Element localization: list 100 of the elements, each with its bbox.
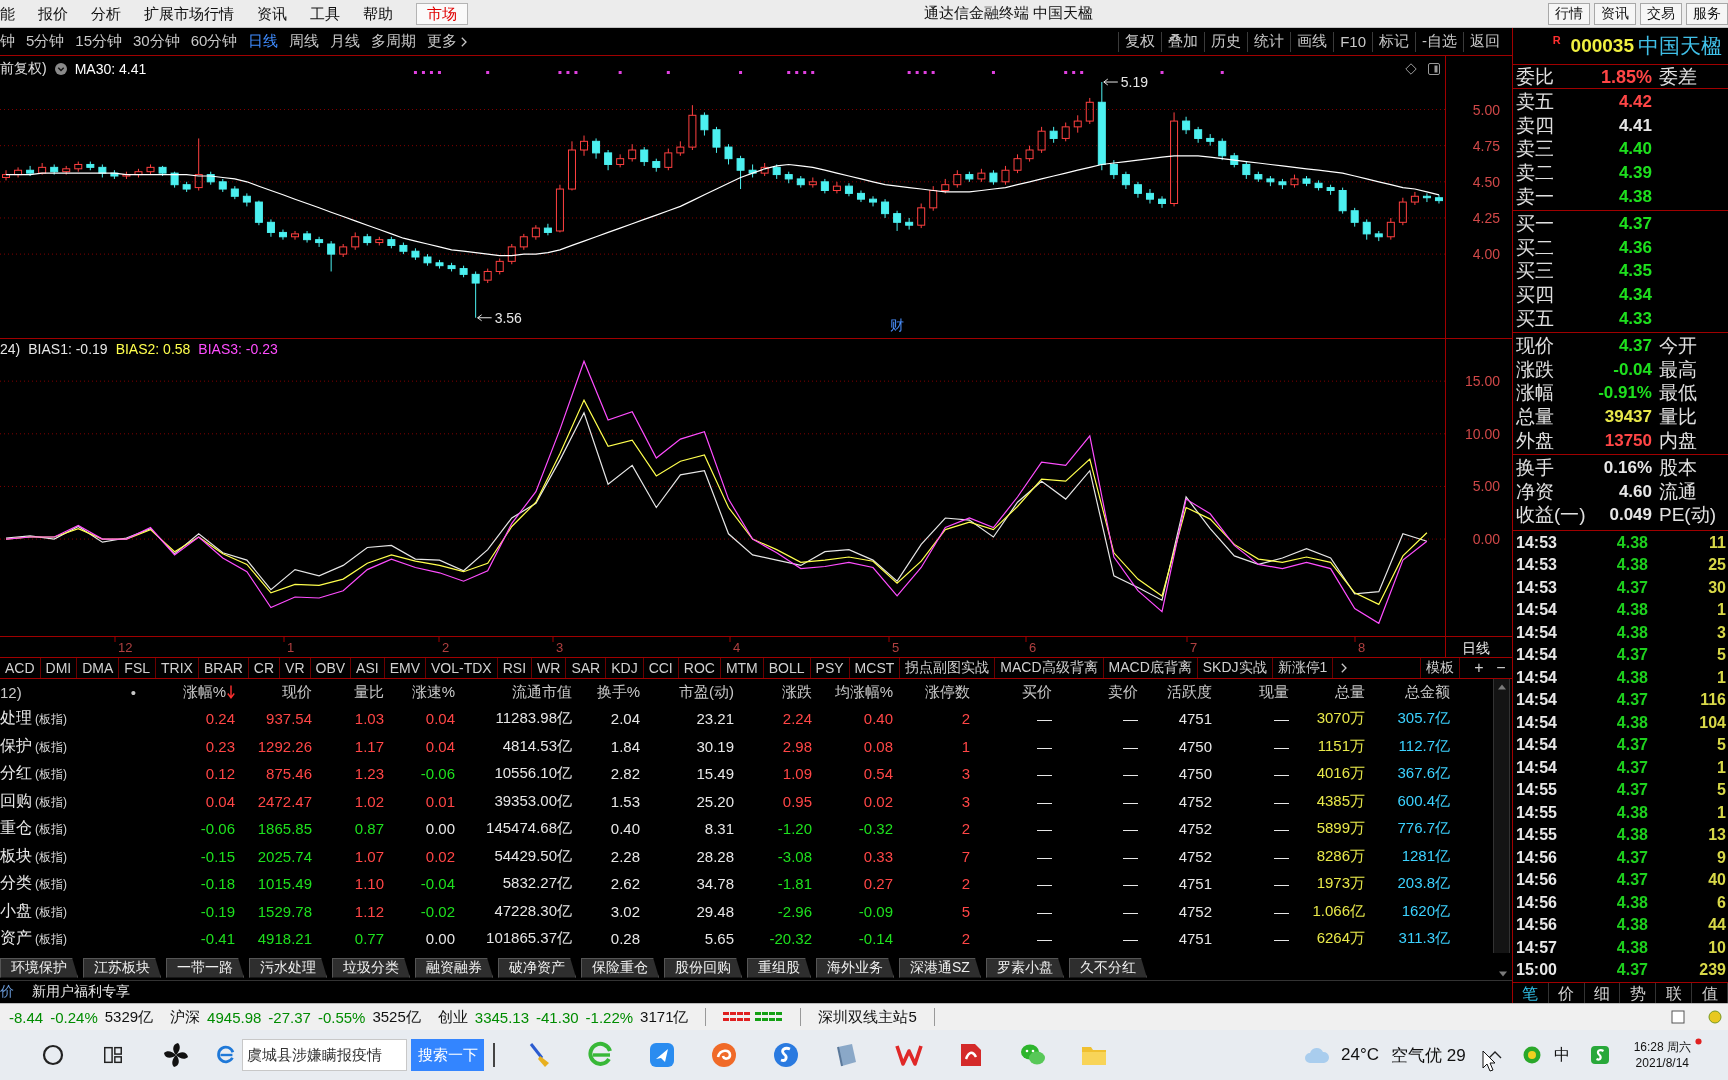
indicator-tab[interactable]: BOLL [763,658,811,678]
sector-tab[interactable]: 罗素小盘 [985,957,1064,978]
sector-name[interactable]: 保护 [0,735,32,757]
column-header[interactable]: 换手% [572,682,640,702]
diamond-icon[interactable] [1405,63,1417,75]
column-header[interactable]: 涨幅% [150,682,235,702]
add-button[interactable]: + [1468,658,1490,678]
clock-time[interactable]: 16:28 周六 [1633,1039,1691,1055]
toolbar-button[interactable]: 交易 [1640,2,1682,25]
indicator-tab[interactable]: 拐点副图实战 [900,658,996,678]
sector-tab[interactable]: 重组股 [747,957,811,978]
sector-name[interactable]: 回购 [0,790,32,812]
sector-tab[interactable]: 久不分红 [1068,957,1147,978]
sector-tab[interactable]: 污水处理 [249,957,327,978]
temperature-text[interactable]: 24°C [1341,1045,1379,1065]
menu-item[interactable]: 帮助 [363,3,393,24]
period-tab[interactable]: 15分钟 [75,32,123,51]
indicator-tab[interactable]: BRAR [198,658,249,678]
toolbar-button[interactable]: 资讯 [1594,2,1636,25]
period-tab[interactable]: 5分钟 [26,32,65,51]
search-button[interactable]: 搜索一下 [411,1039,484,1071]
period-tab[interactable]: 30分钟 [133,32,180,51]
indicator-tab[interactable]: 新涨停1 [1272,658,1334,678]
sector-name[interactable]: 重仓 [0,818,32,840]
sector-name[interactable]: 小盘 [0,900,32,922]
promo-link[interactable]: 新用户福利专享 [32,982,130,1001]
indicator-tab[interactable]: TRIX [156,658,199,678]
scrollbar[interactable] [1493,679,1510,953]
indicator-tab[interactable]: MTM [720,658,764,678]
indicator-tab[interactable]: MACD底背离 [1103,658,1198,678]
sector-tab[interactable]: 一带一路 [166,957,244,978]
indicator-tab[interactable]: VOL-TDX [426,658,498,678]
column-header[interactable]: 12) [0,683,22,701]
menu-item[interactable]: 市场 [416,2,468,25]
tool-button[interactable]: -自选 [1415,31,1463,52]
sector-tab[interactable]: 保险重仓 [581,957,659,978]
sector-name[interactable]: 分类 [0,873,32,895]
indicator-tab[interactable]: FSL [119,658,157,678]
sector-tab[interactable]: 海外业务 [816,957,894,978]
column-header[interactable]: 总金额 [1365,682,1450,702]
sector-tab[interactable]: 破净资产 [498,957,576,978]
circle-icon[interactable] [41,1043,65,1067]
period-tab[interactable]: 周线 [289,32,320,51]
indicator-tab[interactable]: RSI [497,658,533,678]
tool-button[interactable]: F10 [1333,31,1372,52]
sector-tab[interactable]: 垃圾分类 [332,957,410,978]
menu-item[interactable]: 能 [0,3,15,24]
sector-tab[interactable]: 环境保护 [0,957,78,978]
indicator-tab[interactable]: SAR [566,658,607,678]
indicator-tab[interactable]: EMV [384,658,427,678]
period-tab[interactable]: 日线 [248,32,279,51]
task-view-icon[interactable] [102,1044,124,1066]
column-header[interactable]: 卖价 [1052,682,1138,702]
period-tab[interactable]: 多周期 [371,32,417,51]
toolbar-button[interactable]: 行情 [1548,2,1590,25]
tile-icon[interactable] [648,1041,677,1069]
dropdown-circle-icon[interactable] [54,63,67,75]
column-header[interactable]: 现量 [1212,682,1289,702]
e-logo-icon[interactable] [586,1041,615,1069]
s-logo-icon[interactable] [771,1041,800,1069]
indicator-tab[interactable]: SKDJ实战 [1197,658,1273,678]
chevron-right-icon[interactable] [1341,663,1348,673]
quote-tab[interactable]: 价 [0,982,14,1001]
menu-item[interactable]: 报价 [38,3,68,24]
e-logo-icon[interactable] [215,1044,237,1066]
indicator-tab[interactable]: OBV [310,658,352,678]
input-method-label[interactable]: 中 [1553,1044,1570,1066]
column-header[interactable]: 均涨幅% [812,682,893,702]
scroll-up-icon[interactable] [1496,683,1507,691]
sector-name[interactable]: 分红 [0,763,32,785]
indicator-tab[interactable]: ACD [0,658,41,678]
toolbar-button[interactable]: 服务 [1686,2,1728,25]
tool-button[interactable]: 标记 [1372,31,1415,52]
indicator-tab[interactable]: DMA [77,658,120,678]
air-quality-text[interactable]: 空气优 29 [1391,1043,1466,1067]
period-tab[interactable]: 月线 [330,32,361,51]
sector-tab[interactable]: 江苏板块 [83,957,161,978]
indicator-tab[interactable]: CCI [643,658,679,678]
indicator-tab[interactable]: CR [248,658,281,678]
sector-name[interactable]: 板块 [0,845,32,867]
column-header[interactable]: 现价 [235,682,312,702]
clock-date[interactable]: 2021/8/14 [1635,1055,1689,1071]
indicator-tab[interactable]: WR [532,658,567,678]
sector-tab[interactable]: 股份回购 [664,957,742,978]
indicator-tab[interactable]: KDJ [606,658,644,678]
column-header[interactable]: 涨停数 [893,682,970,702]
indicator-tab[interactable]: VR [280,658,311,678]
search-field[interactable]: 虞城县涉嫌瞒报疫情 [242,1039,407,1071]
menu-item[interactable]: 资讯 [257,3,287,24]
column-header[interactable]: 总量 [1289,682,1365,702]
tool-button[interactable]: 返回 [1463,31,1506,52]
column-header[interactable]: 市盈(动) [640,682,734,702]
tool-button[interactable]: 统计 [1247,31,1291,52]
column-header[interactable]: 流通市值 [455,682,572,702]
remove-button[interactable]: − [1490,658,1512,678]
sector-tab[interactable]: 融资融券 [415,957,493,978]
column-header[interactable]: 活跃度 [1138,682,1212,702]
sector-name[interactable]: 资产 [0,928,32,950]
status-light-icon[interactable] [1708,1010,1722,1024]
menu-item[interactable]: 分析 [91,3,121,24]
